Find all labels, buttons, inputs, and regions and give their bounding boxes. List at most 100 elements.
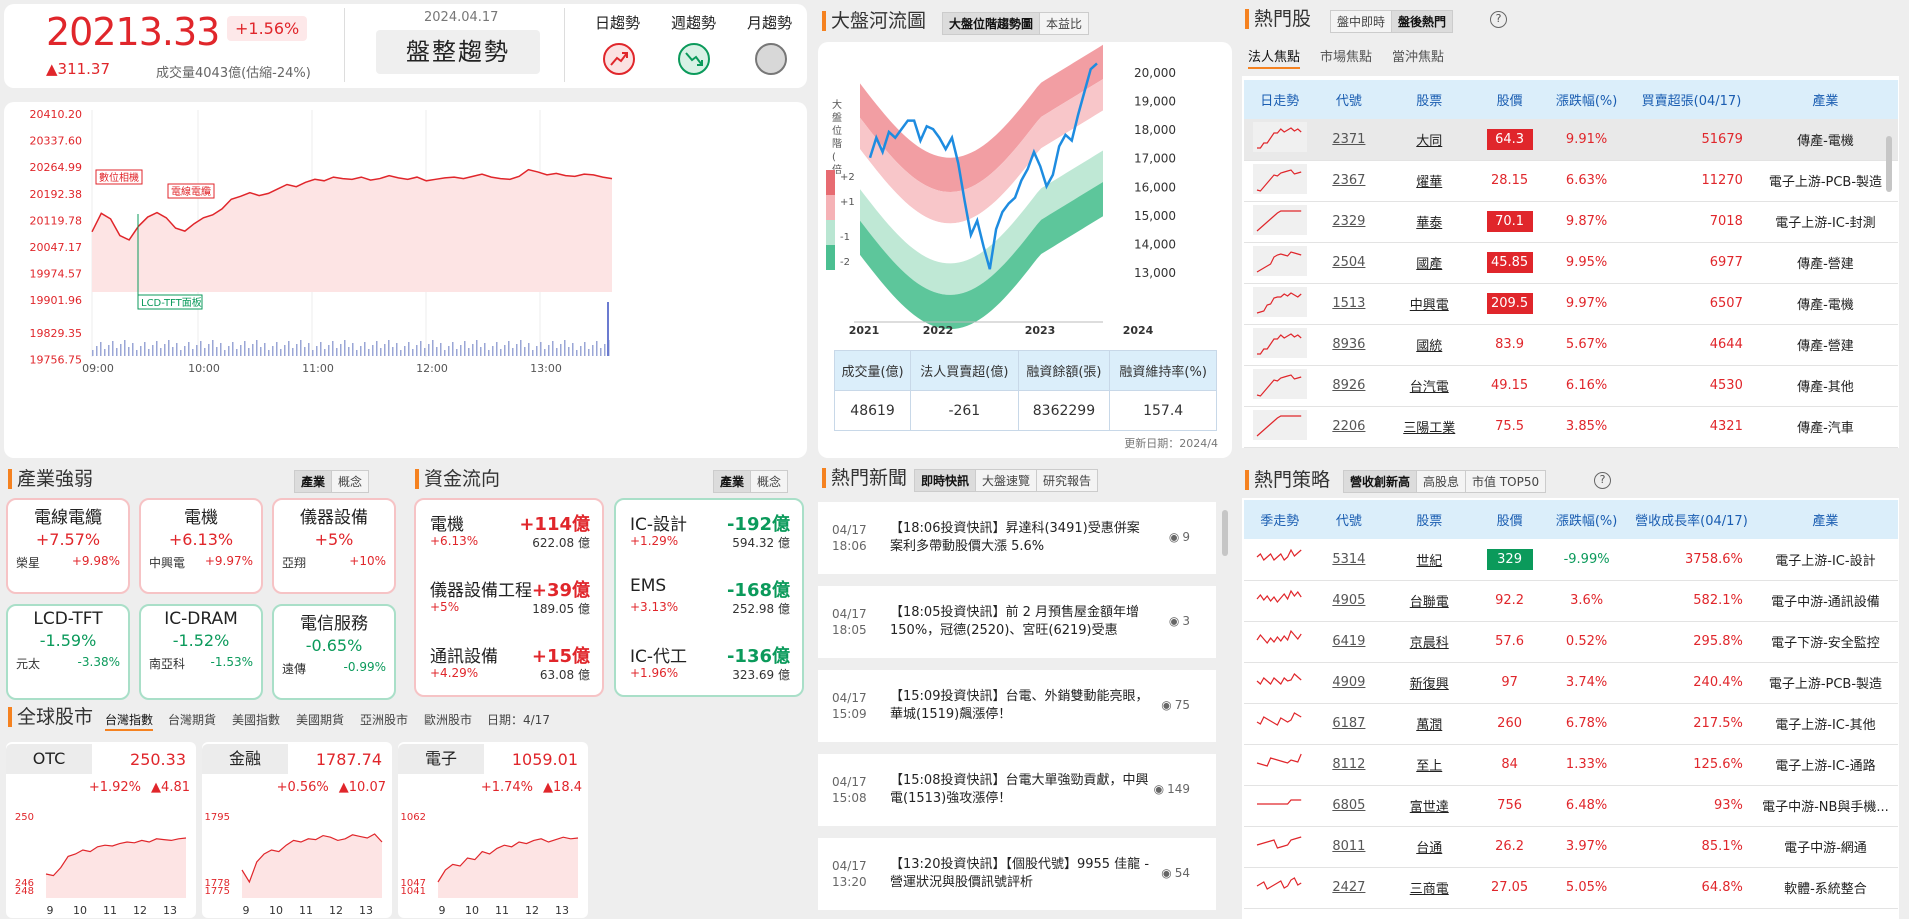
tab-revenue-high[interactable]: 營收創新高 xyxy=(1344,471,1417,492)
table-row[interactable]: 6187 萬潤 260 6.78% 217.5% 電子上游-IC-其他 xyxy=(1244,703,1898,745)
stock-code[interactable]: 6805 xyxy=(1315,785,1383,827)
stock-code-link[interactable]: 2504 xyxy=(1332,255,1365,270)
column-header[interactable]: 買賣超張(04/17) xyxy=(1630,80,1753,119)
news-headline[interactable]: 【15:09投資快訊】台電、外銷雙動能亮眼，華城(1519)飆漲停！ xyxy=(890,688,1152,724)
stock-name-link[interactable]: 中興電 xyxy=(1410,298,1449,313)
stock-code-link[interactable]: 2329 xyxy=(1332,214,1365,229)
table-row[interactable]: 2371 大同 64.3 9.91% 51679 傳產-電機 xyxy=(1244,119,1898,161)
stock-code-link[interactable]: 8936 xyxy=(1332,337,1365,352)
tab-fund-concept[interactable]: 概念 xyxy=(750,471,787,492)
stock-name-link[interactable]: 燿華 xyxy=(1416,175,1442,190)
fund-flow-item[interactable]: IC-代工 -136億 +1.96% 323.69 億 xyxy=(620,642,798,692)
table-row[interactable]: 2367 燿華 28.15 6.63% 11270 電子上游-PCB-製造 xyxy=(1244,160,1898,202)
tab-after-hours[interactable]: 盤後熱門 xyxy=(1391,11,1453,32)
global-tab[interactable]: 台灣期貨 xyxy=(168,711,216,728)
news-headline[interactable]: 【18:06投資快訊】昇達科(3491)受惠併案案利多帶動股價大漲 5.6% xyxy=(890,520,1152,556)
news-item[interactable]: 04/17 18:05 【18:05投資快訊】前 2 月預售屋金額年增 150%，冠… xyxy=(818,586,1216,658)
industry-tile[interactable]: 電線電纜 +7.57% 榮星 +9.98% xyxy=(6,498,130,594)
table-row[interactable]: 2329 華泰 70.1 9.87% 7018 電子上游-IC-封測 xyxy=(1244,201,1898,243)
stock-name[interactable]: 至上 xyxy=(1382,744,1477,786)
industry-tile[interactable]: 儀器設備 +5% 亞翔 +10% xyxy=(272,498,396,594)
global-tab[interactable]: 美國期貨 xyxy=(296,711,344,728)
stock-code[interactable]: 4909 xyxy=(1315,662,1383,704)
subtab-market[interactable]: 市場焦點 xyxy=(1320,46,1372,69)
stock-name-link[interactable]: 大同 xyxy=(1416,134,1442,149)
subtab-daytrade[interactable]: 當沖焦點 xyxy=(1392,46,1444,69)
help-icon[interactable]: ? xyxy=(1490,11,1507,28)
stock-name-link[interactable]: 台通 xyxy=(1416,841,1442,856)
table-row[interactable]: 8936 國統 83.9 5.67% 4644 傳產-營建 xyxy=(1244,324,1898,366)
stock-code[interactable]: 2371 xyxy=(1315,119,1383,161)
stock-code-link[interactable]: 5314 xyxy=(1332,552,1365,567)
stock-code[interactable]: 6187 xyxy=(1315,703,1383,745)
stock-code-link[interactable]: 4909 xyxy=(1332,675,1365,690)
news-item[interactable]: 04/17 15:09 【15:09投資快訊】台電、外銷雙動能亮眼，華城(1519)… xyxy=(818,670,1216,742)
stock-name-link[interactable]: 台汽電 xyxy=(1410,380,1449,395)
stock-name[interactable]: 台聯電 xyxy=(1382,580,1477,622)
stock-name-link[interactable]: 世紀 xyxy=(1416,554,1442,569)
news-item[interactable]: 04/17 18:06 【18:06投資快訊】昇達科(3491)受惠併案案利多帶動股… xyxy=(818,502,1216,574)
stock-name-link[interactable]: 國產 xyxy=(1416,257,1442,272)
table-row[interactable]: 8926 台汽電 49.15 6.16% 4530 傳產-其他 xyxy=(1244,365,1898,407)
mini-index-card[interactable]: 金融 1787.74 +0.56% ▲10.07 1795 1775 1778 9 10 11 12… xyxy=(202,742,392,918)
stock-name-link[interactable]: 富世達 xyxy=(1410,800,1449,815)
stock-name[interactable]: 國產 xyxy=(1382,242,1477,284)
table-row[interactable]: 8011 台通 26.2 3.97% 85.1% 電子中游-網通 xyxy=(1244,826,1898,868)
news-headline[interactable]: 【13:20投資快訊】【個股代號】9955 佳龍 - 營運狀況與股價訊號評析 xyxy=(890,856,1152,892)
table-row[interactable]: 2427 三商電 27.05 5.05% 64.8% 軟體-系統整合 xyxy=(1244,867,1898,909)
fund-flow-item[interactable]: EMS -168億 +3.13% 252.98 億 xyxy=(620,576,798,626)
stock-code-link[interactable]: 8011 xyxy=(1332,839,1365,854)
stock-code[interactable]: 2504 xyxy=(1315,242,1383,284)
stock-name-link[interactable]: 新復興 xyxy=(1410,677,1449,692)
stock-code-link[interactable]: 1513 xyxy=(1332,296,1365,311)
stock-code[interactable]: 8926 xyxy=(1315,365,1383,407)
stock-name-link[interactable]: 至上 xyxy=(1416,759,1442,774)
stock-name-link[interactable]: 國統 xyxy=(1416,339,1442,354)
stock-name[interactable]: 華泰 xyxy=(1382,201,1477,243)
stock-code[interactable]: 1513 xyxy=(1315,283,1383,325)
mini-index-card[interactable]: OTC 250.33 +1.92% ▲4.81 250 248 246 9 10 11 12 13 xyxy=(6,742,196,918)
tab-intraday[interactable]: 盤中即時 xyxy=(1331,11,1391,32)
stock-name[interactable]: 大同 xyxy=(1382,119,1477,161)
stock-code[interactable]: 2206 xyxy=(1315,406,1383,448)
table-row[interactable]: 8112 至上 84 1.33% 125.6% 電子上游-IC-通路 xyxy=(1244,744,1898,786)
global-tab[interactable]: 歐洲股市 xyxy=(424,711,472,728)
stock-code-link[interactable]: 6805 xyxy=(1332,798,1365,813)
column-header[interactable]: 營收成長率(04/17) xyxy=(1630,500,1753,539)
stock-name[interactable]: 台汽電 xyxy=(1382,365,1477,407)
global-tab[interactable]: 亞洲股市 xyxy=(360,711,408,728)
industry-tile[interactable]: LCD-TFT -1.59% 元太 -3.38% xyxy=(6,604,130,700)
tab-river-position[interactable]: 大盤位階趨勢圖 xyxy=(943,13,1040,34)
stock-name[interactable]: 富世達 xyxy=(1382,785,1477,827)
table-row[interactable]: 4905 台聯電 92.2 3.6% 582.1% 電子中游-通訊設備 xyxy=(1244,580,1898,622)
stock-name-link[interactable]: 台聯電 xyxy=(1410,595,1449,610)
stock-name[interactable]: 京晨科 xyxy=(1382,621,1477,663)
stock-name[interactable]: 台通 xyxy=(1382,826,1477,868)
tab-industry[interactable]: 產業 xyxy=(295,471,332,492)
scrollbar[interactable] xyxy=(1886,136,1892,192)
global-tab[interactable]: 美國指數 xyxy=(232,711,280,728)
stock-name[interactable]: 萬潤 xyxy=(1382,703,1477,745)
industry-tile[interactable]: 電信服務 -0.65% 遠傳 -0.99% xyxy=(272,604,396,700)
tab-top50[interactable]: 市值 TOP50 xyxy=(1465,471,1545,492)
tab-research[interactable]: 研究報告 xyxy=(1036,470,1097,491)
stock-code[interactable]: 2367 xyxy=(1315,160,1383,202)
fund-flow-item[interactable]: 電機 +114億 +6.13% 622.08 億 xyxy=(420,510,598,560)
table-row[interactable]: 2206 三陽工業 75.5 3.85% 4321 傳產-汽車 xyxy=(1244,406,1898,448)
stock-name-link[interactable]: 三陽工業 xyxy=(1403,421,1455,436)
stock-code-link[interactable]: 8112 xyxy=(1332,757,1365,772)
table-row[interactable]: 6419 京晨科 57.6 0.52% 295.8% 電子下游-安全監控 xyxy=(1244,621,1898,663)
stock-code[interactable]: 6419 xyxy=(1315,621,1383,663)
industry-tile[interactable]: IC-DRAM -1.52% 南亞科 -1.53% xyxy=(139,604,263,700)
news-headline[interactable]: 【15:08投資快訊】台電大單強勁貢獻，中興電(1513)強攻漲停！ xyxy=(890,772,1152,808)
fund-flow-item[interactable]: IC-設計 -192億 +1.29% 594.32 億 xyxy=(620,510,798,560)
tab-market-overview[interactable]: 大盤速覽 xyxy=(975,470,1036,491)
help-icon[interactable]: ? xyxy=(1594,472,1611,489)
scrollbar[interactable] xyxy=(1222,510,1228,556)
global-tab[interactable]: 台灣指數 xyxy=(105,711,154,731)
stock-name-link[interactable]: 華泰 xyxy=(1416,216,1442,231)
stock-name[interactable]: 三商電 xyxy=(1382,867,1477,909)
stock-code[interactable]: 8936 xyxy=(1315,324,1383,366)
tab-fund-industry[interactable]: 產業 xyxy=(714,471,751,492)
stock-name-link[interactable]: 萬潤 xyxy=(1416,718,1442,733)
